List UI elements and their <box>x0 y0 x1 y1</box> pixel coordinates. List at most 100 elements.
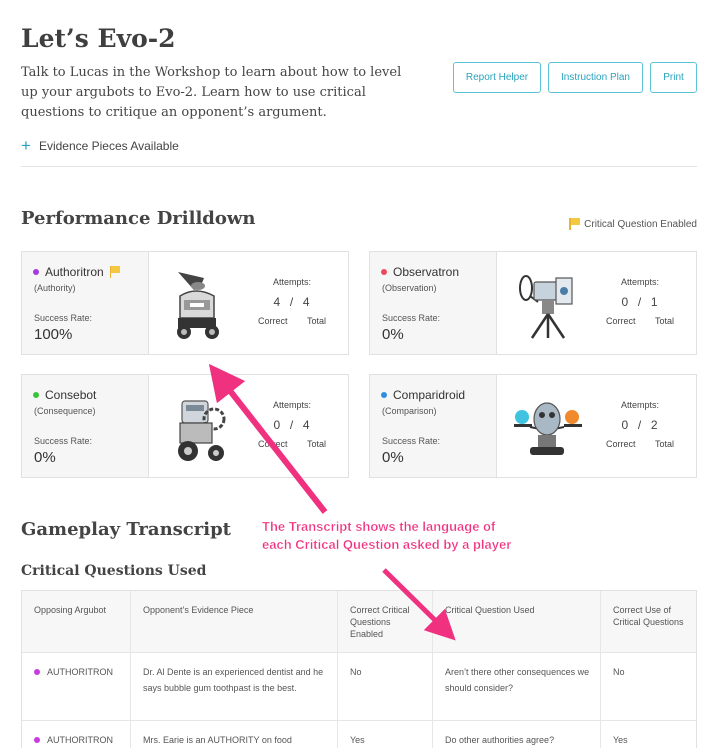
bot-color-dot <box>381 269 387 275</box>
column-header: Opponent’s Evidence Piece <box>131 591 338 652</box>
bot-card-summary: Observatron (Observation) Success Rate: … <box>370 252 497 354</box>
correct-cell: Yes <box>613 735 628 745</box>
critical-question-legend: Critical Question Enabled <box>569 218 697 230</box>
total-label: Total <box>654 439 674 449</box>
success-rate-value: 0% <box>382 449 404 466</box>
attempts-label: Attempts: <box>272 400 311 410</box>
bot-color-dot <box>34 669 40 675</box>
print-button[interactable]: Print <box>650 62 697 93</box>
bot-card-observatron[interactable]: Observatron (Observation) Success Rate: … <box>369 251 697 355</box>
attempts-values: 4 / 4 <box>273 295 311 309</box>
success-rate-label: Success Rate: <box>382 313 441 323</box>
bot-card-authoritron[interactable]: Authoritron (Authority) Success Rate: 10… <box>21 251 349 355</box>
legend-label: Critical Question Enabled <box>584 218 697 230</box>
bot-type: (Observation) <box>382 283 437 293</box>
correct-cell: No <box>613 667 625 677</box>
correct-label: Correct <box>258 439 288 449</box>
critical-questions-table: Opposing Argubot Opponent’s Evidence Pie… <box>21 590 697 748</box>
correct-label: Correct <box>606 439 636 449</box>
bot-type: (Comparison) <box>382 406 437 416</box>
total-count: 4 <box>302 418 311 432</box>
success-rate-value: 100% <box>34 326 73 343</box>
bot-card-summary: Consebot (Consequence) Success Rate: 0% <box>22 375 149 477</box>
attempts-panel: Attempts: 0 / 2 Correct Total <box>604 400 676 449</box>
report-helper-button[interactable]: Report Helper <box>453 62 541 93</box>
table-row: AUTHORITRON Dr. Al Dente is an experienc… <box>22 653 696 721</box>
attempts-values: 0 / 1 <box>621 295 659 309</box>
bot-name-label: Observatron <box>393 265 460 279</box>
column-header: Critical Question Used <box>433 591 601 652</box>
bot-name: Observatron <box>381 265 496 279</box>
authoritron-robot-icon <box>177 272 219 339</box>
critical-questions-subtitle: Critical Questions Used <box>21 563 207 579</box>
bot-color-dot <box>381 392 387 398</box>
evidence-cell: Dr. Al Dente is an experienced dentist a… <box>131 653 338 720</box>
evidence-cell: Mrs. Earie is an AUTHORITY on food <box>131 721 338 748</box>
bot-card-consebot[interactable]: Consebot (Consequence) Success Rate: 0% … <box>21 374 349 478</box>
annotation-line: The Transcript shows the language of <box>262 519 496 534</box>
table-row: AUTHORITRON Mrs. Earie is an AUTHORITY o… <box>22 721 696 748</box>
annotation-callout: The Transcript shows the language of eac… <box>262 518 512 554</box>
attempts-values: 0 / 2 <box>621 418 659 432</box>
attempts-values: 0 / 4 <box>273 418 311 432</box>
flag-icon <box>569 218 580 230</box>
bot-card-summary: Authoritron (Authority) Success Rate: 10… <box>22 252 149 354</box>
bot-card-summary: Comparidroid (Comparison) Success Rate: … <box>370 375 497 477</box>
bot-name-label: Comparidroid <box>393 388 466 402</box>
bot-card-comparidroid[interactable]: Comparidroid (Comparison) Success Rate: … <box>369 374 697 478</box>
total-label: Total <box>306 439 326 449</box>
total-count: 1 <box>650 295 659 309</box>
page-description: Talk to Lucas in the Workshop to learn a… <box>21 65 402 120</box>
attempts-sublabels: Correct Total <box>256 316 328 326</box>
bot-name: AUTHORITRON <box>47 667 113 677</box>
correct-label: Correct <box>606 316 636 326</box>
attempts-label: Attempts: <box>620 400 659 410</box>
evidence-toggle-label: Evidence Pieces Available <box>38 139 179 153</box>
attempts-sublabels: Correct Total <box>604 439 676 449</box>
consebot-robot-icon <box>178 400 226 461</box>
attempts-panel: Attempts: 0 / 4 Correct Total <box>256 400 328 449</box>
correct-label: Correct <box>258 316 288 326</box>
header-actions: Report Helper Instruction Plan Print <box>453 62 697 93</box>
performance-title: Performance Drilldown <box>21 208 256 229</box>
enabled-cell: Yes <box>338 721 433 748</box>
attempts-label: Attempts: <box>272 277 311 287</box>
column-header: Opposing Argubot <box>22 591 131 652</box>
success-rate-label: Success Rate: <box>34 313 93 323</box>
attempts-panel: Attempts: 0 / 1 Correct Total <box>604 277 676 326</box>
bot-name: Authoritron <box>33 265 148 279</box>
plus-icon: + <box>21 136 31 155</box>
bot-name: Comparidroid <box>381 388 496 402</box>
bot-cell: AUTHORITRON <box>22 653 131 720</box>
comparidroid-robot-icon <box>514 402 582 455</box>
success-rate-label: Success Rate: <box>382 436 441 446</box>
instruction-plan-button[interactable]: Instruction Plan <box>548 62 643 93</box>
table-header-row: Opposing Argubot Opponent’s Evidence Pie… <box>22 591 696 653</box>
correct-count: 0 <box>273 418 282 432</box>
total-count: 4 <box>302 295 311 309</box>
success-rate-value: 0% <box>34 449 56 466</box>
total-label: Total <box>306 316 326 326</box>
evidence-pieces-toggle[interactable]: + Evidence Pieces Available <box>21 136 179 155</box>
total-count: 2 <box>650 418 659 432</box>
question-cell: Do other authorities agree? <box>433 721 601 748</box>
success-rate-label: Success Rate: <box>34 436 93 446</box>
attempts-label: Attempts: <box>620 277 659 287</box>
bot-name: Consebot <box>33 388 148 402</box>
bot-color-dot <box>33 392 39 398</box>
bot-name-label: Authoritron <box>45 265 104 279</box>
total-label: Total <box>654 316 674 326</box>
attempts-panel: Attempts: 4 / 4 Correct Total <box>256 277 328 326</box>
column-header: Correct Critical Questions Enabled <box>338 591 433 652</box>
bot-type: (Authority) <box>34 283 76 293</box>
attempts-sublabels: Correct Total <box>256 439 328 449</box>
divider <box>21 166 697 167</box>
bot-name-label: Consebot <box>45 388 97 402</box>
enabled-cell: No <box>338 653 433 720</box>
question-cell: Aren’t there other consequences we shoul… <box>433 653 601 720</box>
transcript-title: Gameplay Transcript <box>21 519 231 540</box>
correct-count: 0 <box>621 418 630 432</box>
attempts-sublabels: Correct Total <box>604 316 676 326</box>
page-title: Let’s Evo-2 <box>21 24 176 53</box>
bot-color-dot <box>34 737 40 743</box>
